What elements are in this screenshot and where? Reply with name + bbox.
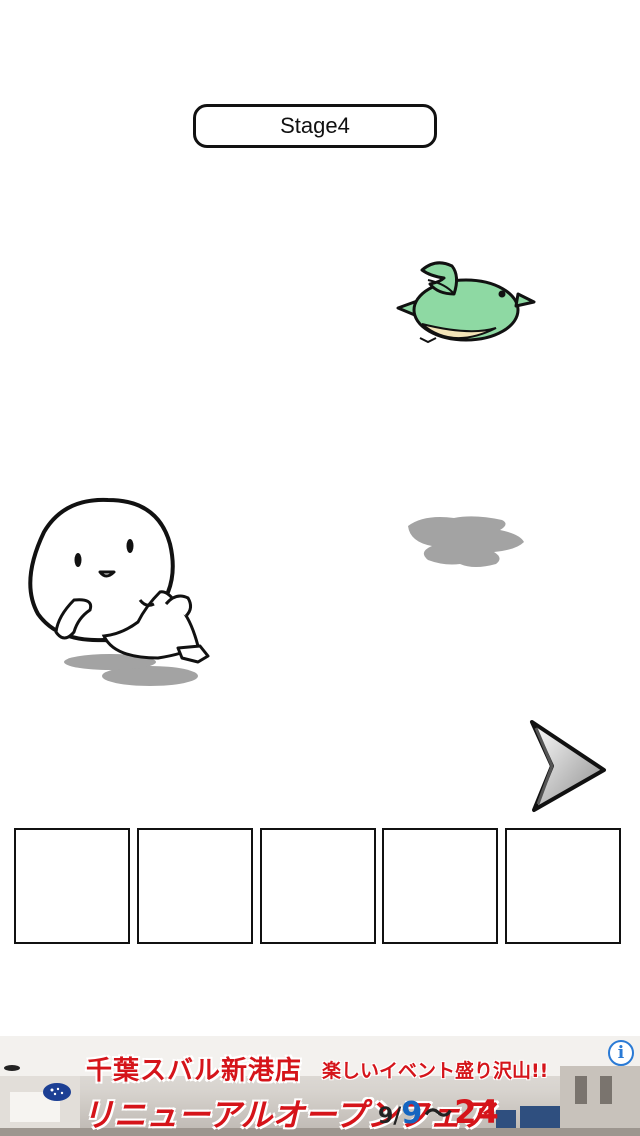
next-arrow-icon[interactable] [522, 716, 608, 814]
subaru-logo [43, 1083, 71, 1101]
ad-banner[interactable]: 千葉スバル新港店 楽しいイベント盛り沢山!! リニューアルオープンフェア 9/9… [0, 1036, 640, 1136]
item-slot-1[interactable] [14, 828, 130, 944]
green-bird[interactable] [392, 254, 538, 348]
item-slot-5[interactable] [505, 828, 621, 944]
ground-shadow [408, 516, 524, 567]
ad-info-icon[interactable]: i [608, 1040, 634, 1066]
item-slot-3[interactable] [260, 828, 376, 944]
stage-label: Stage4 [193, 104, 437, 148]
item-slot-4[interactable] [382, 828, 498, 944]
item-slot-2[interactable] [137, 828, 253, 944]
ad-store-name: 千葉スバル新港店 [86, 1056, 303, 1086]
round-white-character[interactable] [18, 496, 218, 696]
ad-date-start: 9 [401, 1096, 423, 1131]
item-slot-bar [14, 828, 622, 944]
ad-date-month: 9/ [378, 1104, 402, 1129]
stage-label-text: Stage4 [280, 113, 350, 138]
ad-tagline: 楽しいイベント盛り沢山!! [322, 1060, 549, 1082]
ad-date-end: 24 [454, 1093, 499, 1131]
ad-date-tilde: 〜 [424, 1097, 453, 1130]
ad-date: 9/9〜24 [378, 1092, 499, 1132]
